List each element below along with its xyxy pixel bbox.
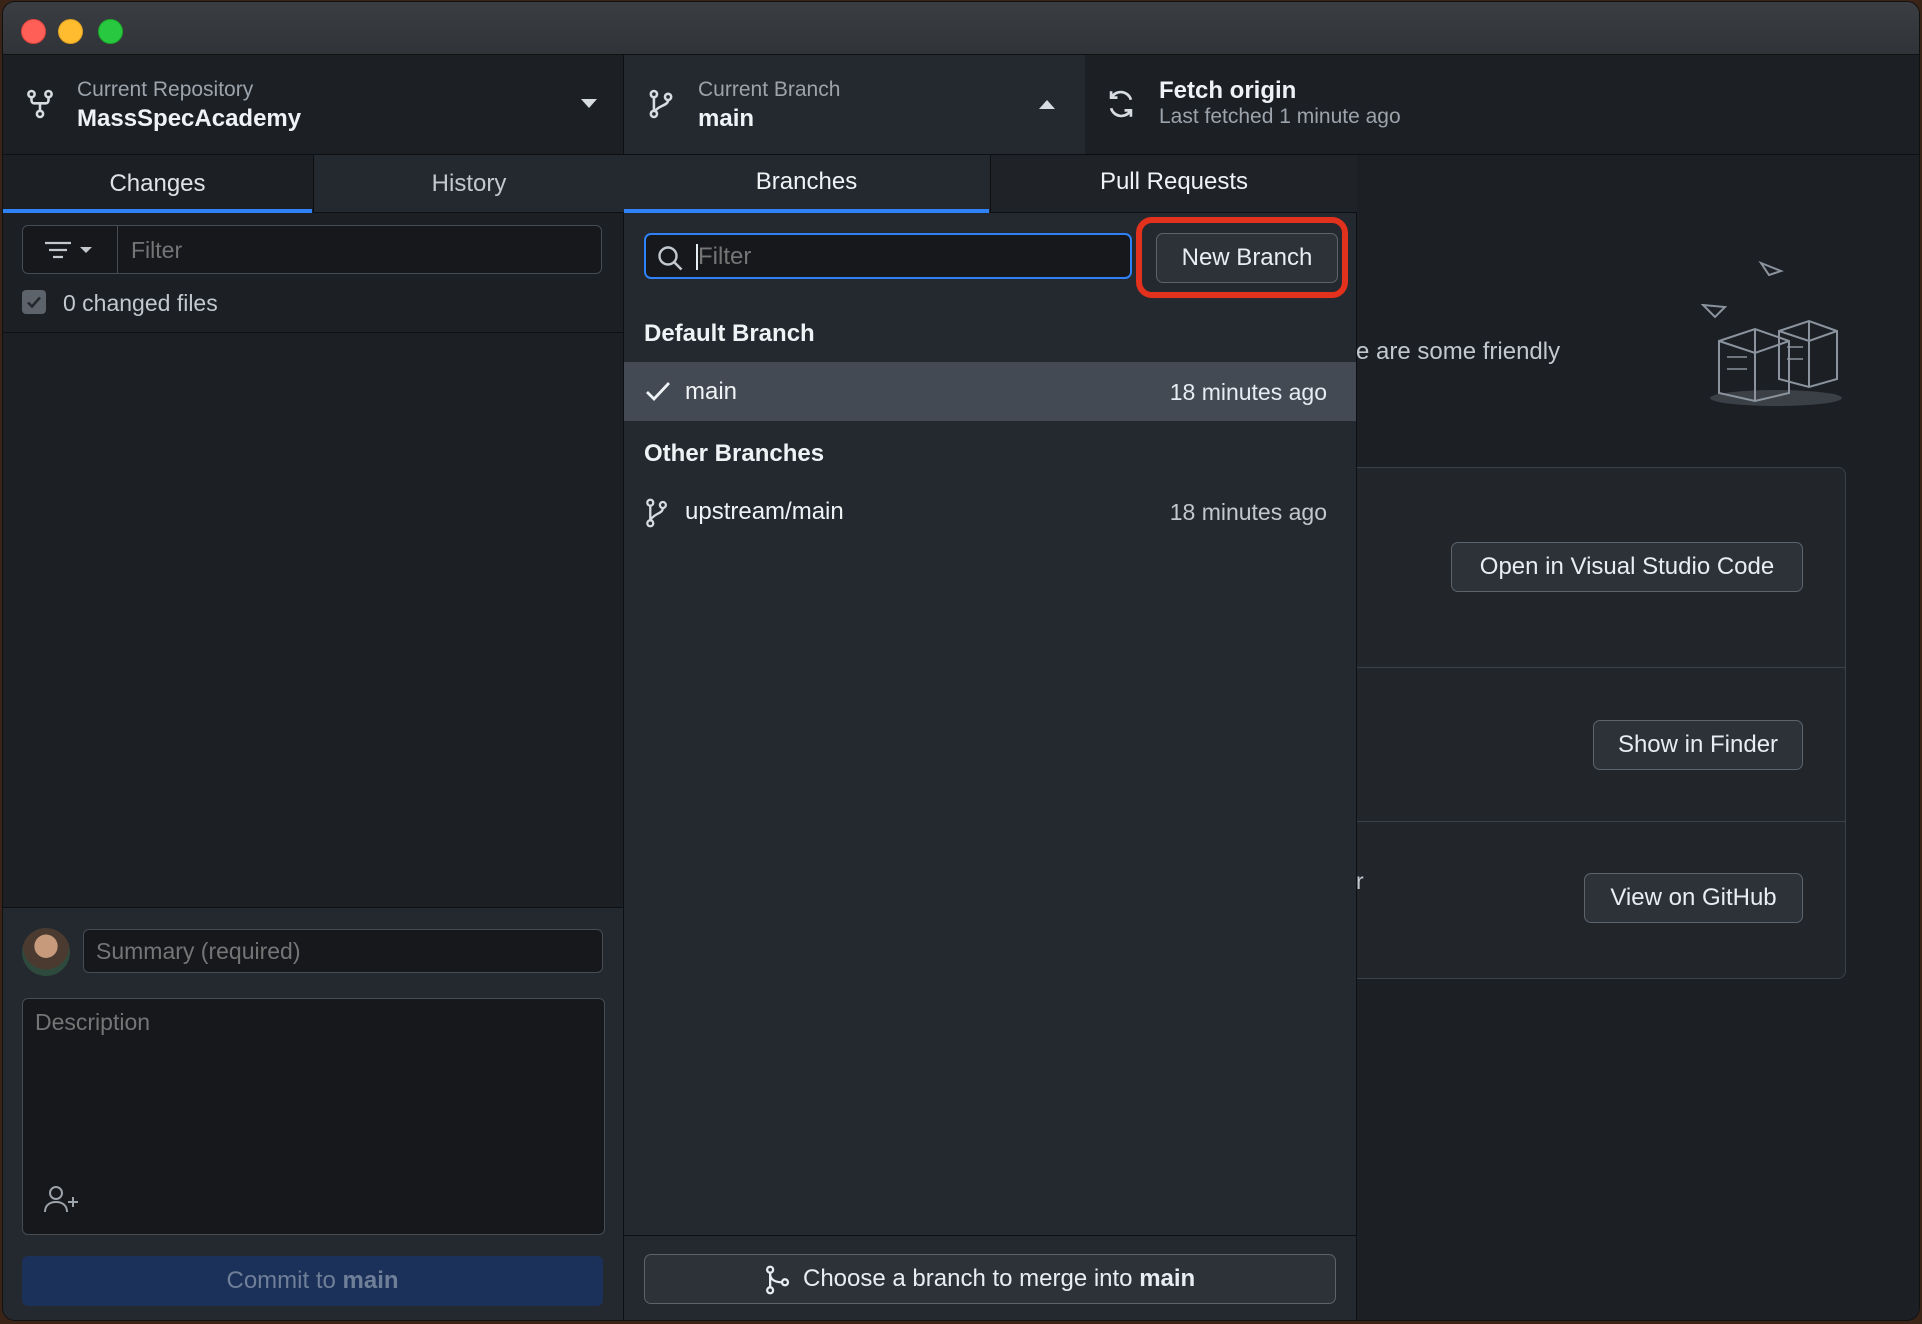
- description-input[interactable]: [33, 1007, 592, 1161]
- dropdown-footer: Choose a branch to merge into main: [624, 1235, 1356, 1320]
- default-branch-header: Default Branch: [644, 320, 815, 347]
- description-field: [22, 998, 605, 1235]
- repo-icon: [27, 89, 53, 119]
- commit-button-branch: main: [342, 1267, 399, 1294]
- changes-filter: [22, 225, 602, 274]
- friendly-suggestions-text: e are some friendly: [1356, 338, 1561, 365]
- app-window: Current Repository MassSpecAcademy Curre…: [3, 2, 1919, 1320]
- branch-dropdown: Branches Pull Requests New Branch Defaul…: [624, 155, 1357, 1320]
- avatar: [22, 928, 70, 976]
- chevron-down-icon: [581, 99, 597, 108]
- view-on-github-button[interactable]: View on GitHub: [1584, 873, 1803, 923]
- illustration-boxes-icon: [1701, 260, 1842, 406]
- merge-button-branch: main: [1139, 1265, 1196, 1292]
- current-branch-button[interactable]: Current Branch main: [624, 55, 1085, 154]
- commit-button[interactable]: Commit to main: [22, 1256, 603, 1306]
- tab-branches[interactable]: Branches: [624, 155, 989, 213]
- new-branch-button[interactable]: New Branch: [1156, 233, 1338, 283]
- checkmark-icon: [646, 382, 671, 402]
- fetch-origin-button[interactable]: Fetch origin Last fetched 1 minute ago: [1086, 55, 1919, 154]
- select-all-checkbox[interactable]: [22, 290, 46, 314]
- tab-changes[interactable]: Changes: [3, 155, 312, 213]
- checkmark-icon: [27, 296, 41, 309]
- fetch-origin-title: Fetch origin: [1159, 77, 1297, 104]
- branch-list-item[interactable]: main 18 minutes ago: [624, 362, 1356, 421]
- merge-button-label: Choose a branch to merge into main: [803, 1255, 1195, 1303]
- toolbar: Current Repository MassSpecAcademy Curre…: [3, 55, 1919, 155]
- commit-panel: Commit to main: [3, 907, 623, 1320]
- repository-welcome-area: e are some friendly r Open in Visual Stu…: [1356, 155, 1919, 1320]
- show-in-finder-button[interactable]: Show in Finder: [1593, 720, 1803, 770]
- add-coauthor-icon[interactable]: [43, 1183, 81, 1215]
- search-icon: [658, 246, 683, 271]
- merge-into-branch-button[interactable]: Choose a branch to merge into main: [644, 1254, 1336, 1304]
- branch-updated-time: 18 minutes ago: [1169, 379, 1327, 405]
- branch-icon: [646, 498, 667, 528]
- tab-history[interactable]: History: [313, 155, 624, 213]
- other-branches-header: Other Branches: [644, 440, 825, 467]
- branch-name: upstream/main: [685, 498, 844, 525]
- title-bar: [3, 2, 1919, 55]
- branch-name: main: [685, 378, 738, 405]
- sync-icon: [1109, 90, 1133, 118]
- divider: [1356, 667, 1845, 668]
- commit-button-prefix: Commit to: [226, 1267, 343, 1294]
- close-window-button[interactable]: [21, 19, 46, 44]
- merge-button-prefix: Choose a branch to merge into: [803, 1265, 1140, 1292]
- repository-name: MassSpecAcademy: [77, 105, 302, 132]
- changes-filter-input[interactable]: [129, 233, 583, 267]
- minimize-window-button[interactable]: [58, 19, 83, 44]
- branch-name: main: [698, 105, 755, 132]
- branch-icon: [649, 89, 673, 119]
- filter-options-button[interactable]: [23, 226, 118, 273]
- divider: [3, 332, 623, 333]
- current-repository-label: Current Repository: [77, 78, 254, 101]
- branch-filter: [644, 233, 1132, 279]
- open-in-vscode-button[interactable]: Open in Visual Studio Code: [1451, 542, 1803, 592]
- merge-icon: [766, 1265, 790, 1295]
- branch-filter-input[interactable]: [696, 239, 1120, 275]
- branch-list-item[interactable]: upstream/main 18 minutes ago: [624, 482, 1356, 541]
- current-repository-button[interactable]: Current Repository MassSpecAcademy: [3, 55, 624, 154]
- summary-input[interactable]: [83, 929, 603, 973]
- current-branch-label: Current Branch: [698, 78, 841, 101]
- changes-sidebar: Changes History 0 changed files: [3, 155, 624, 1320]
- divider: [1356, 821, 1845, 822]
- last-fetched-text: Last fetched 1 minute ago: [1159, 105, 1401, 128]
- tab-pull-requests[interactable]: Pull Requests: [990, 155, 1357, 213]
- suggestion-text-fragment: r: [1356, 868, 1364, 894]
- branch-updated-time: 18 minutes ago: [1169, 499, 1327, 525]
- changed-files-count: 0 changed files: [63, 290, 218, 316]
- chevron-up-icon: [1039, 100, 1055, 109]
- filter-icon: [45, 241, 92, 259]
- zoom-window-button[interactable]: [98, 19, 123, 44]
